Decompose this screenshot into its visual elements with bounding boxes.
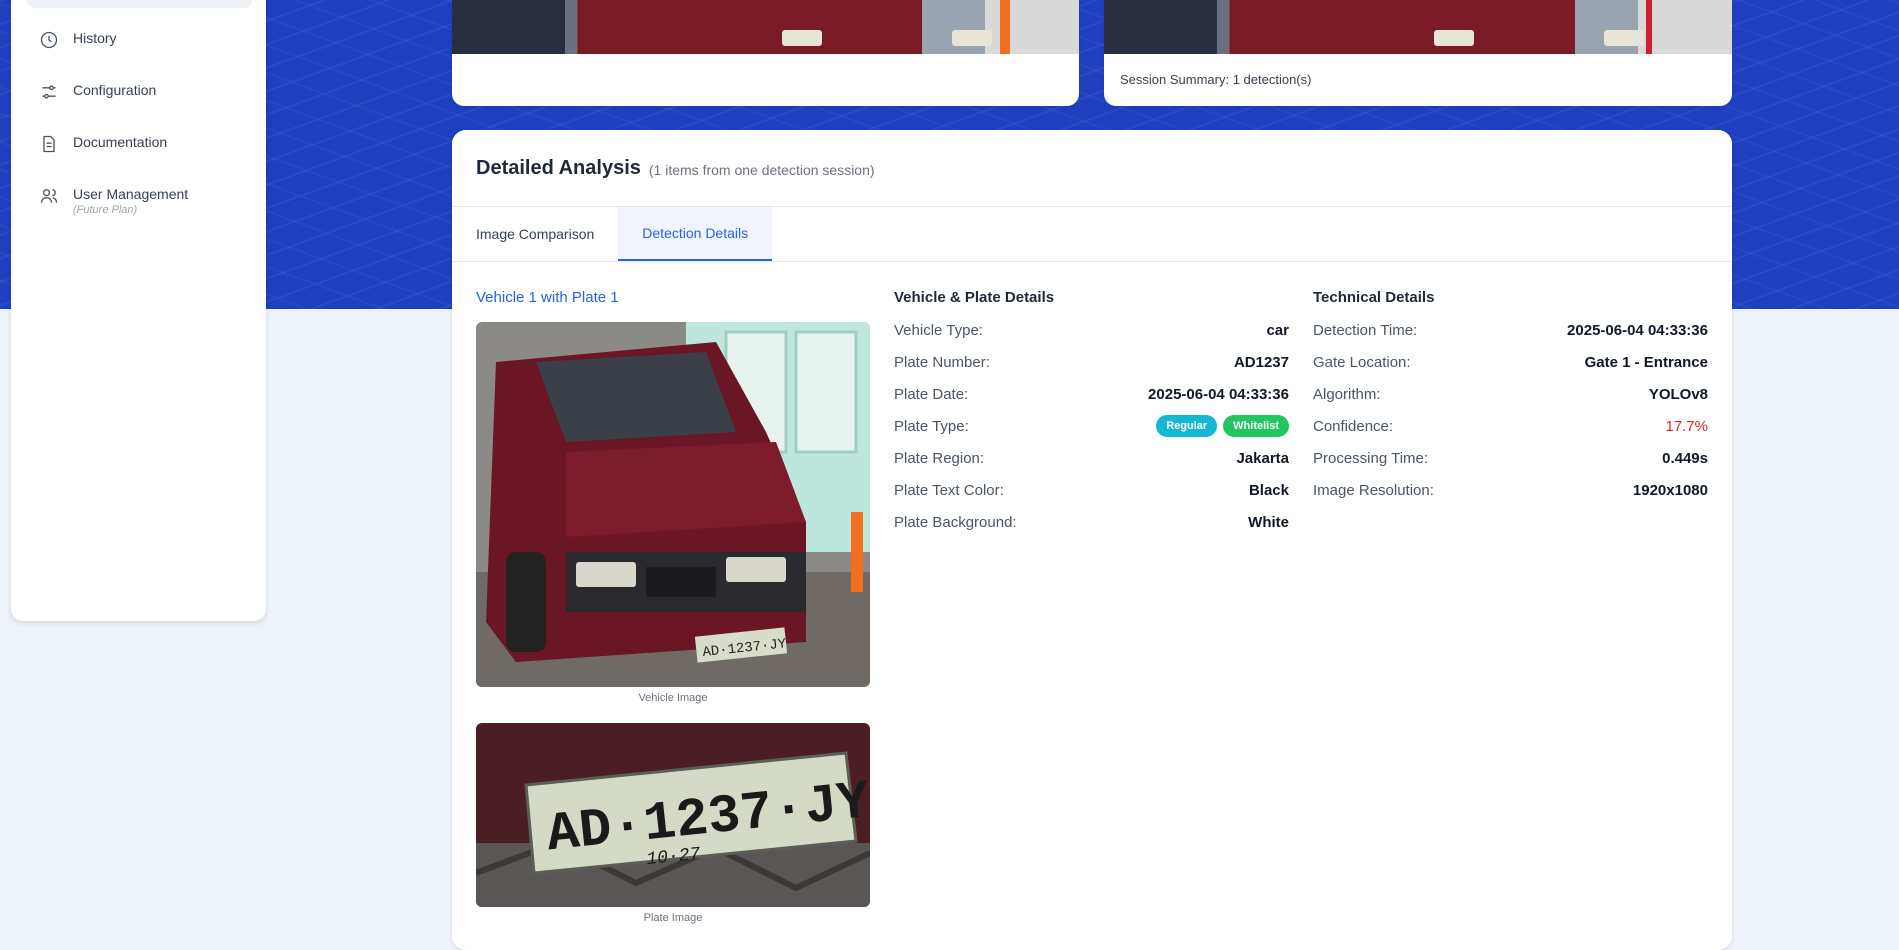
technical-details-list: Detection Time: 2025-06-04 04:33:36 Gate…	[1313, 314, 1708, 506]
sidebar-item-label: User Management	[73, 186, 189, 202]
document-icon	[43, 135, 55, 153]
image-card-left	[452, 0, 1079, 106]
sidebar-item-user-management[interactable]: User Management (Future Plan)	[39, 186, 188, 216]
sidebar-item-sublabel: (Future Plan)	[73, 204, 138, 216]
detail-row-vehicle-type: Vehicle Type: car	[894, 321, 1289, 339]
sidebar-item-configuration[interactable]: Configuration	[39, 82, 156, 102]
vehicle-title: Vehicle 1 with Plate 1	[476, 289, 619, 306]
vehicle-details-title: Vehicle & Plate Details	[894, 289, 1055, 306]
sidebar-item-documentation[interactable]: Documentation	[39, 134, 167, 154]
sliders-icon	[42, 85, 56, 99]
analysis-header: Detailed Analysis (1 items from one dete…	[452, 130, 1732, 207]
sidebar-active-item[interactable]	[27, 0, 252, 8]
sidebar-item-label: Configuration	[73, 82, 157, 98]
plate-image-caption: Plate Image	[643, 912, 703, 924]
tab-detection-details[interactable]: Detection Details	[618, 207, 773, 261]
vehicle-image-strip	[1104, 0, 1732, 54]
detailed-analysis-card: Detailed Analysis (1 items from one dete…	[452, 130, 1732, 950]
session-summary: Session Summary: 1 detection(s)	[1120, 72, 1312, 87]
detail-row-plate-region: Plate Region: Jakarta	[894, 449, 1289, 467]
vehicle-details-list: Vehicle Type: car Plate Number: AD1237 P…	[894, 314, 1289, 538]
detail-row-detection-time: Detection Time: 2025-06-04 04:33:36	[1313, 321, 1708, 339]
detail-row-plate-background: Plate Background: White	[894, 513, 1289, 531]
detail-row-image-resolution: Image Resolution: 1920x1080	[1313, 481, 1708, 499]
detail-row-confidence: Confidence: 17.7%	[1313, 417, 1708, 435]
detail-row-algorithm: Algorithm: YOLOv8	[1313, 385, 1708, 403]
sidebar-item-label: History	[73, 30, 117, 46]
analysis-title: Detailed Analysis	[476, 156, 641, 179]
technical-details-title: Technical Details	[1313, 289, 1435, 306]
badge-whitelist: Whitelist	[1223, 415, 1289, 437]
detail-row-processing-time: Processing Time: 0.449s	[1313, 449, 1708, 467]
image-card-right: Session Summary: 1 detection(s)	[1104, 0, 1732, 106]
plate-image: AD·1237·JY 10·27	[476, 723, 870, 907]
users-icon	[40, 189, 58, 203]
clock-icon	[40, 31, 58, 49]
detail-row-plate-number: Plate Number: AD1237	[894, 353, 1289, 371]
analysis-subtitle: (1 items from one detection session)	[648, 161, 875, 178]
detail-row-gate-location: Gate Location: Gate 1 - Entrance	[1313, 353, 1708, 371]
tab-image-comparison[interactable]: Image Comparison	[452, 207, 618, 261]
sidebar: History Configuration Documentation User…	[11, 0, 266, 621]
detail-row-plate-text-color: Plate Text Color: Black	[894, 481, 1289, 499]
vehicle-image: AD·1237·JY	[476, 322, 870, 687]
analysis-tabs: Image Comparison Detection Details	[452, 207, 1732, 262]
sidebar-item-label: Documentation	[73, 134, 168, 150]
badge-regular: Regular	[1156, 415, 1218, 437]
detail-row-plate-type: Plate Type: Regular Whitelist	[894, 410, 1289, 442]
vehicle-image-caption: Vehicle Image	[638, 692, 708, 704]
sidebar-item-history[interactable]: History	[39, 30, 117, 50]
vehicle-image-strip	[452, 0, 1079, 54]
detail-row-plate-date: Plate Date: 2025-06-04 04:33:36	[894, 385, 1289, 403]
